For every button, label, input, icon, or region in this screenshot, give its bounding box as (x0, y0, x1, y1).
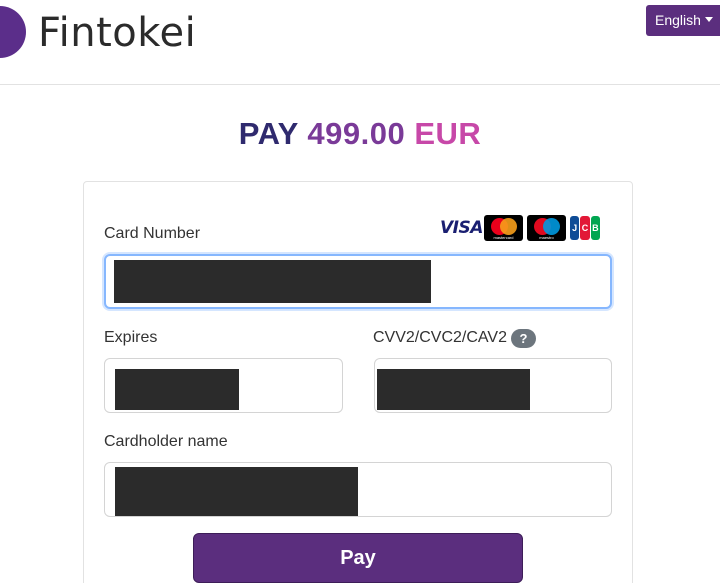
redacted-expiry (115, 369, 239, 410)
pay-currency: EUR (414, 116, 482, 151)
language-dropdown-button[interactable]: English (646, 5, 720, 36)
cvv-input[interactable] (374, 358, 612, 413)
card-number-label: Card Number (104, 225, 201, 242)
visa-icon: VISA (440, 218, 483, 238)
fintokei-logo-text: Fintokei (38, 10, 197, 56)
mastercard-icon: mastercard (484, 215, 523, 241)
language-label: English (655, 12, 701, 28)
fintokei-logo-mark (0, 6, 26, 58)
maestro-icon: maestro (527, 215, 566, 241)
pay-word: PAY (238, 116, 299, 151)
pay-button[interactable]: Pay (193, 533, 523, 583)
redacted-card-number (114, 260, 431, 303)
expires-label: Expires (104, 329, 158, 346)
cvv-label: CVV2/CVC2/CAV2 (373, 329, 507, 346)
cardholder-name-label: Cardholder name (104, 433, 228, 450)
jcb-icon: J C B (570, 215, 600, 241)
cardholder-name-input[interactable] (104, 462, 612, 517)
top-header: Fintokei English (0, 0, 720, 85)
redacted-cvv (377, 369, 530, 410)
expiry-input[interactable] (104, 358, 343, 413)
payment-amount-title: PAY 499.00 EUR (0, 114, 720, 154)
card-brands: VISA mastercard maestro J C B (440, 215, 600, 241)
cvv-help-icon[interactable]: ? (511, 329, 536, 348)
redacted-cardholder-name (115, 467, 358, 516)
card-number-input[interactable] (104, 254, 612, 309)
caret-down-icon (704, 17, 713, 23)
pay-amount: 499.00 (307, 116, 406, 151)
